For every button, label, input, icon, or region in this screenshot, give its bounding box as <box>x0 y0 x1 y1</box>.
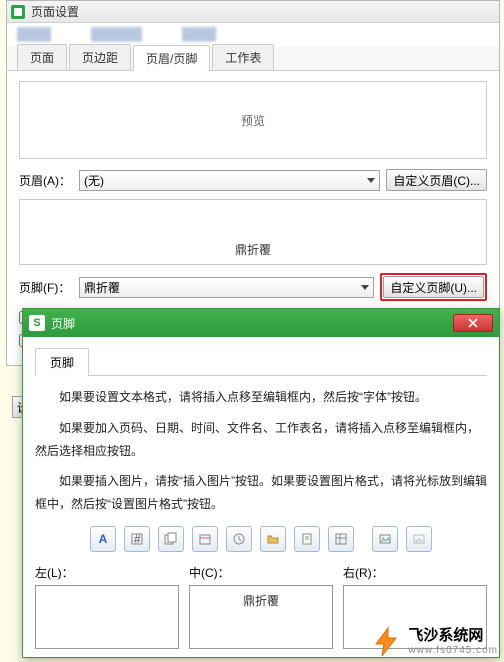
tab-header-footer[interactable]: 页眉/页脚 <box>133 45 210 71</box>
right-label: 右(R)： <box>343 564 487 581</box>
pages-total-button[interactable] <box>158 526 184 552</box>
help-text-2: 如果要加入页码、日期、时间、文件名、工作表名，请将插入点移至编辑框内，然后选择相… <box>35 417 487 463</box>
font-button[interactable]: A <box>90 526 116 552</box>
watermark-cn: 飞沙系统网 <box>408 628 498 645</box>
center-editbox[interactable]: 鼎折覆 <box>189 585 333 649</box>
footer-row: 页脚(F)： 鼎折覆 自定义页脚(U)... <box>19 273 487 301</box>
tab-page[interactable]: 页面 <box>17 44 67 70</box>
custom-footer-button[interactable]: 自定义页脚(U)... <box>383 276 484 298</box>
center-label: 中(C)： <box>189 564 333 581</box>
dialog-tab-strip: 页脚 <box>35 347 487 376</box>
lightning-icon <box>370 626 402 658</box>
time-icon <box>232 532 246 546</box>
dialog-title: 页脚 <box>51 315 75 332</box>
insert-image-button[interactable] <box>372 526 398 552</box>
image-icon <box>378 532 392 546</box>
watermark: 飞沙系统网 www.fs0745.com <box>370 626 498 658</box>
watermark-url: www.fs0745.com <box>408 645 498 656</box>
time-button[interactable] <box>226 526 252 552</box>
file-name-button[interactable] <box>294 526 320 552</box>
preview-label: 预览 <box>241 112 265 129</box>
close-icon <box>468 318 478 328</box>
footer-preview-text: 鼎折覆 <box>235 241 271 258</box>
left-editbox[interactable] <box>35 585 179 649</box>
window-title: 页面设置 <box>31 3 79 20</box>
page-number-button[interactable]: # <box>124 526 150 552</box>
tab-strip: 页面 页边距 页眉/页脚 工作表 <box>7 47 499 71</box>
custom-header-button[interactable]: 自定义页眉(C)... <box>386 169 487 191</box>
footer-combo-value: 鼎折覆 <box>84 279 120 296</box>
sheet-icon <box>334 532 348 546</box>
file-icon <box>300 532 314 546</box>
folder-icon <box>266 532 280 546</box>
help-text-1: 如果要设置文本格式，请将插入点移至编辑框内，然后按“字体”按钮。 <box>35 386 487 409</box>
help-text-3: 如果要插入图片，请按“插入图片”按钮。如果要设置图片格式，请将光标放到编辑框中，… <box>35 470 487 516</box>
center-editbox-value: 鼎折覆 <box>243 592 279 609</box>
watermark-logo <box>370 626 402 658</box>
font-icon: A <box>99 532 108 546</box>
tab-sheet[interactable]: 工作表 <box>212 44 274 70</box>
header-preview: 预览 <box>19 81 487 159</box>
left-section: 左(L)： <box>35 564 179 649</box>
header-combo[interactable]: (无) <box>79 170 380 191</box>
blurred-background-row: ██████████████ <box>7 23 499 45</box>
file-path-button[interactable] <box>260 526 286 552</box>
tab-margins[interactable]: 页边距 <box>69 44 131 70</box>
image-format-icon <box>412 532 426 546</box>
titlebar: 页面设置 <box>7 1 499 23</box>
dialog-titlebar: S 页脚 <box>23 309 499 337</box>
sheet-name-button[interactable] <box>328 526 354 552</box>
header-label: 页眉(A)： <box>19 172 73 189</box>
center-section: 中(C)： 鼎折覆 <box>189 564 333 649</box>
footer-dialog: S 页脚 页脚 如果要设置文本格式，请将插入点移至编辑框内，然后按“字体”按钮。… <box>22 308 500 658</box>
svg-text:#: # <box>134 532 141 546</box>
date-button[interactable] <box>192 526 218 552</box>
pages-icon <box>164 532 178 546</box>
toolbar: A # <box>35 526 487 552</box>
dialog-tab-footer[interactable]: 页脚 <box>35 348 89 376</box>
dialog-body: 页脚 如果要设置文本格式，请将插入点移至编辑框内，然后按“字体”按钮。 如果要加… <box>23 337 499 659</box>
header-row: 页眉(A)： (无) 自定义页眉(C)... <box>19 169 487 191</box>
image-format-button[interactable] <box>406 526 432 552</box>
header-combo-value: (无) <box>84 172 104 189</box>
dialog-app-icon: S <box>29 315 45 331</box>
date-icon <box>198 532 212 546</box>
footer-preview: 鼎折覆 <box>19 199 487 265</box>
app-icon <box>11 5 25 19</box>
footer-label: 页脚(F)： <box>19 279 73 296</box>
close-button[interactable] <box>453 314 493 332</box>
footer-combo[interactable]: 鼎折覆 <box>79 277 374 298</box>
watermark-text: 飞沙系统网 www.fs0745.com <box>408 628 498 656</box>
left-label: 左(L)： <box>35 564 179 581</box>
highlight-ring: 自定义页脚(U)... <box>380 273 487 301</box>
page-number-icon: # <box>130 532 144 546</box>
